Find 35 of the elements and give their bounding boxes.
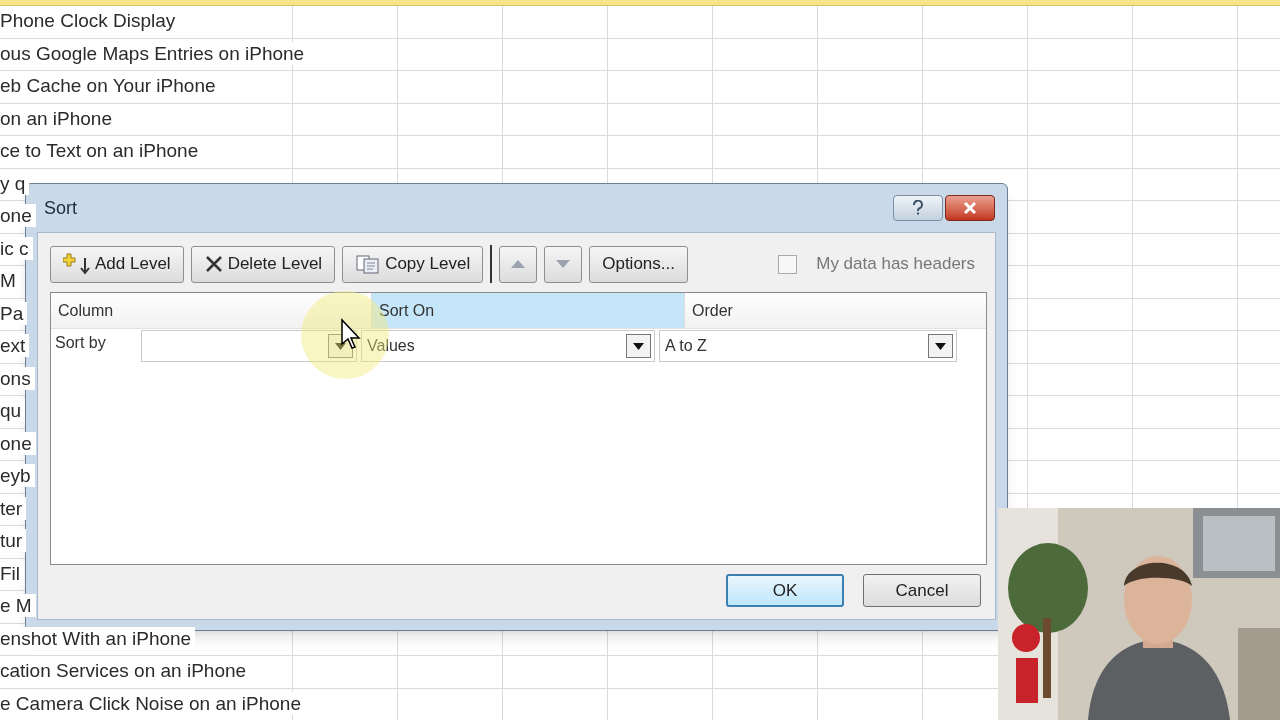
- table-cell: ext: [0, 334, 30, 357]
- ok-button[interactable]: OK: [726, 574, 844, 607]
- column-header[interactable]: Sort On: [371, 293, 684, 328]
- order-dropdown[interactable]: A to Z: [659, 330, 957, 362]
- table-cell: one: [0, 204, 36, 227]
- table-cell: ic c: [0, 236, 33, 260]
- checkbox-label: My data has headers: [816, 253, 975, 276]
- move-up-button[interactable]: [499, 245, 538, 283]
- add-level-button[interactable]: Add Level: [50, 245, 184, 283]
- sort-on-dropdown[interactable]: Values: [361, 330, 655, 362]
- close-button[interactable]: [945, 195, 995, 221]
- cancel-button[interactable]: Cancel: [863, 574, 981, 607]
- add-level-icon: [63, 252, 91, 276]
- close-icon: [963, 201, 977, 215]
- checkbox[interactable]: [778, 254, 798, 274]
- column-header[interactable]: Order: [684, 293, 986, 328]
- options-button[interactable]: Options...: [589, 245, 688, 283]
- down-arrow-icon: [555, 259, 572, 269]
- help-button[interactable]: [893, 195, 943, 221]
- delete-icon: [203, 254, 224, 274]
- table-cell: one: [0, 431, 36, 455]
- copy-icon: [355, 254, 382, 274]
- up-arrow-icon: [510, 259, 527, 269]
- table-cell: e M: [0, 594, 36, 617]
- table-cell: eyb: [0, 464, 35, 487]
- table-cell: tur: [0, 529, 27, 552]
- table-cell: ons: [0, 366, 35, 390]
- copy-level-button[interactable]: Copy Level: [342, 245, 484, 283]
- help-icon: [912, 200, 924, 216]
- row-label: Sort by: [55, 333, 107, 353]
- window-title: Sort: [44, 196, 77, 220]
- table-cell: ter: [0, 496, 27, 520]
- table-cell: Pa: [0, 301, 28, 325]
- move-down-button[interactable]: [544, 245, 583, 283]
- delete-level-button[interactable]: Delete Level: [190, 245, 336, 283]
